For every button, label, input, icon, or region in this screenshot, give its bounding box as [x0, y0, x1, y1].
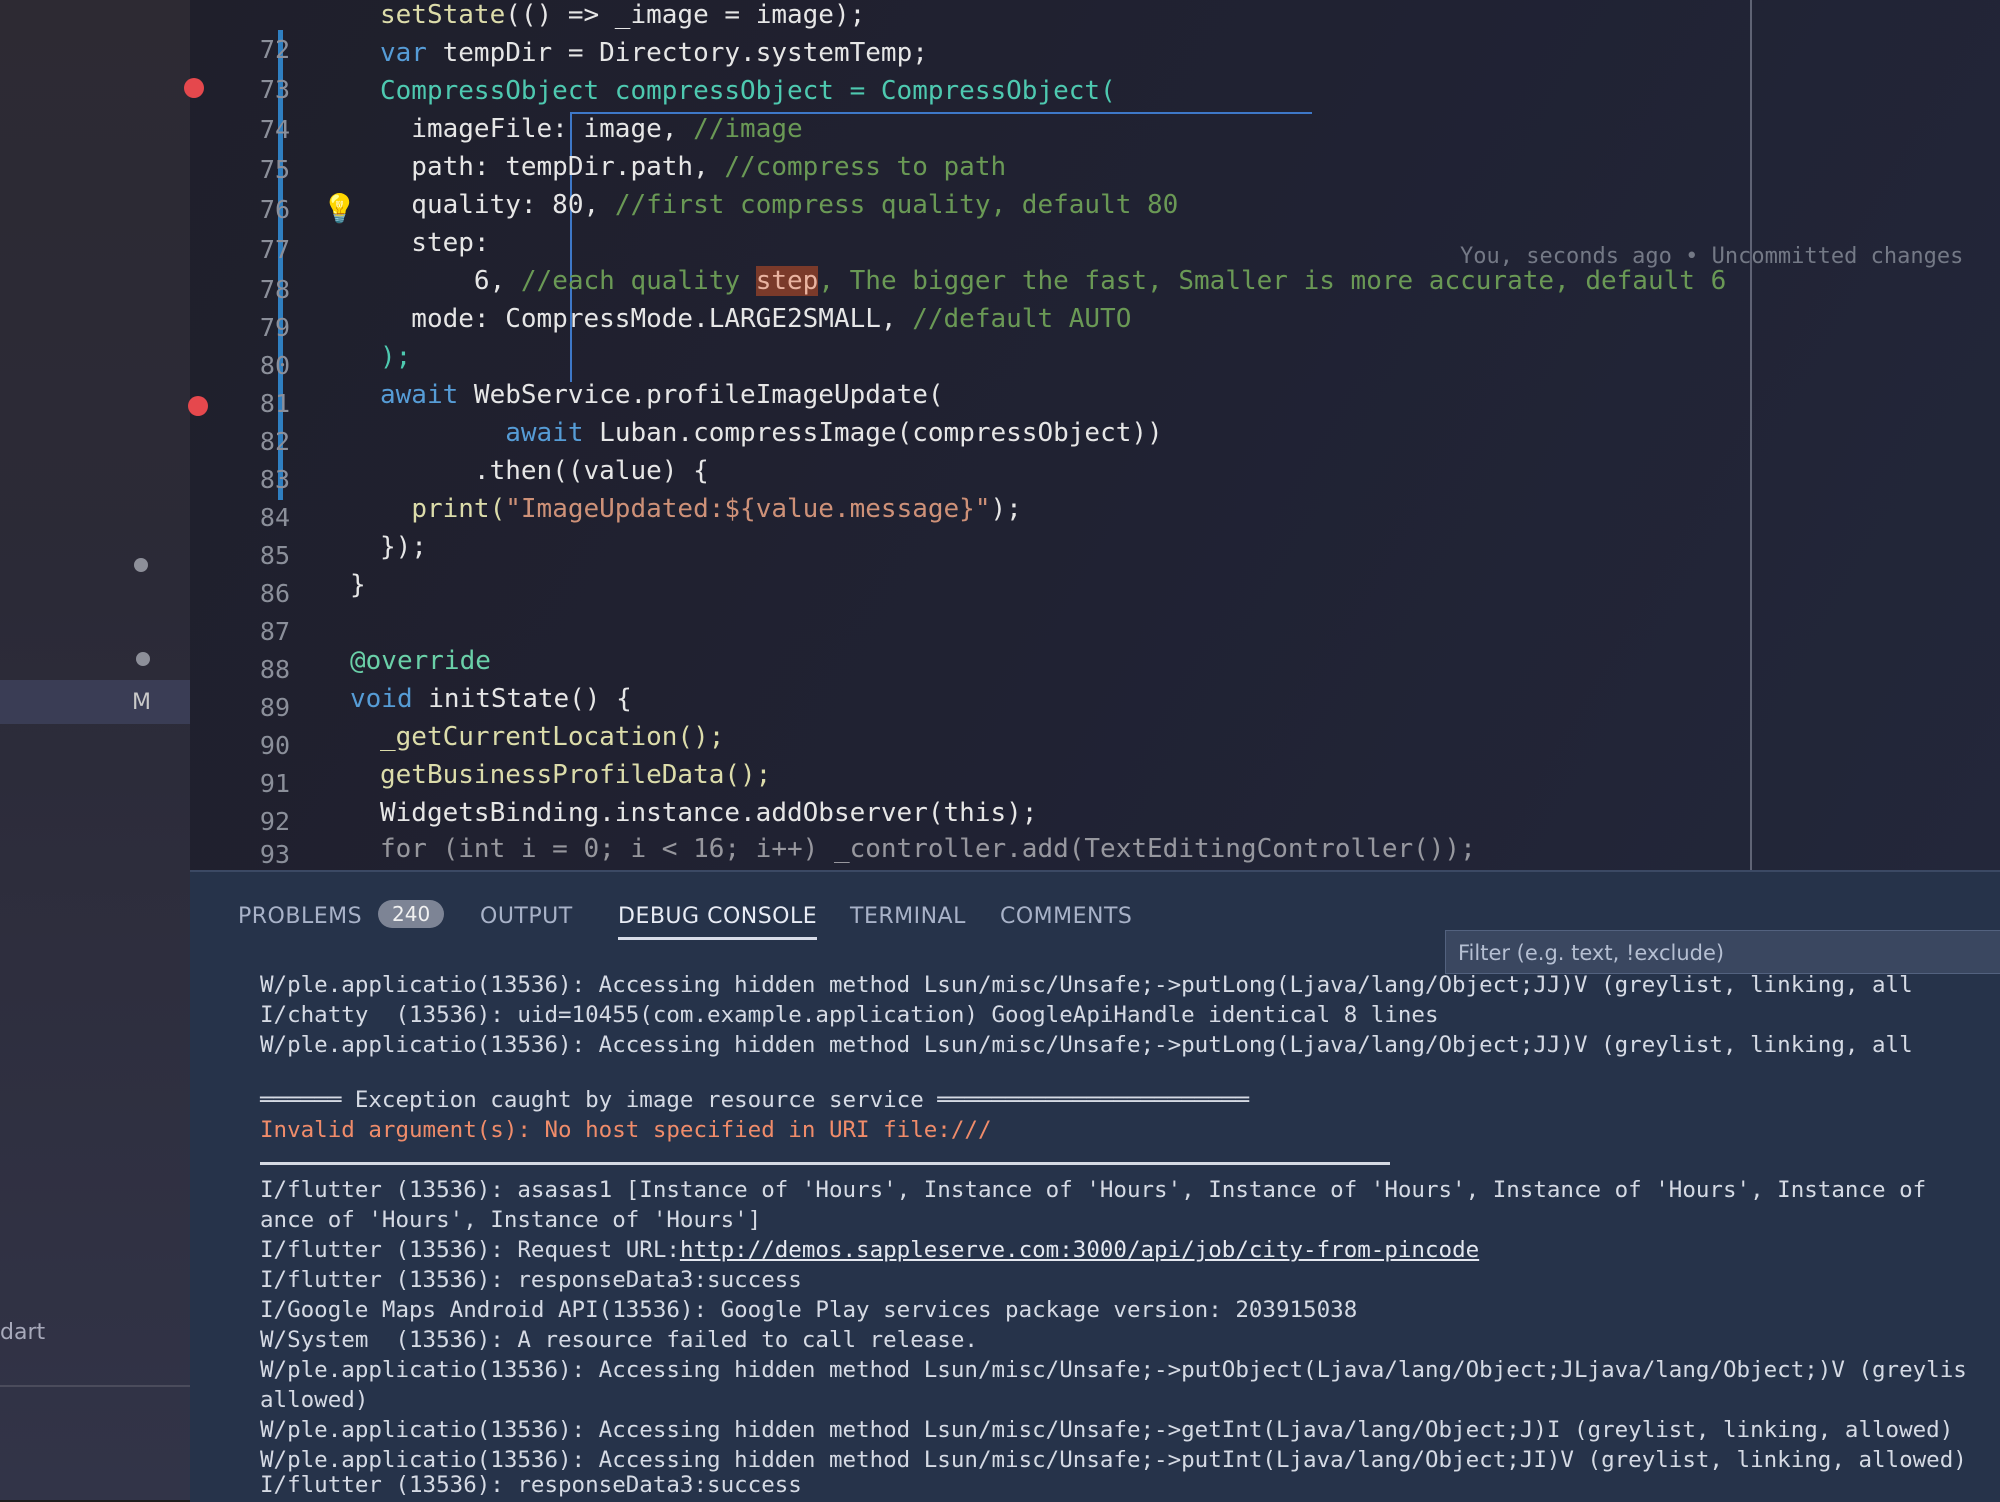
- problems-count-badge: 240: [378, 900, 445, 928]
- code-line: step:: [380, 228, 490, 258]
- code-line: });: [380, 532, 427, 562]
- line-number: 72: [259, 35, 290, 64]
- line-number: 81: [259, 389, 290, 418]
- line-number: 79: [259, 313, 290, 342]
- line-number: 75: [259, 155, 290, 184]
- tab-problems[interactable]: PROBLEMS: [238, 904, 362, 929]
- line-number: 86: [259, 579, 290, 608]
- git-blame-annotation: You, seconds ago • Uncommitted changes: [1460, 244, 1964, 269]
- console-line: ance of 'Hours', Instance of 'Hours']: [260, 1207, 762, 1233]
- search-match-highlight: step: [755, 266, 819, 296]
- line-number: 87: [259, 617, 290, 646]
- line-number: 83: [259, 465, 290, 494]
- console-line: I/chatty (13536): uid=10455(com.example.…: [260, 1002, 1439, 1028]
- dirty-indicator-icon: [134, 558, 148, 572]
- line-number: 89: [259, 693, 290, 722]
- sidebar-divider: [0, 1385, 220, 1387]
- breakpoint-icon[interactable]: [184, 78, 204, 98]
- explorer-active-file[interactable]: [0, 680, 190, 724]
- line-number: 93: [259, 840, 290, 869]
- line-number: 78: [259, 275, 290, 304]
- code-line: void initState() {: [350, 684, 632, 714]
- console-line: I/flutter (13536): responseData3:success: [260, 1472, 802, 1498]
- console-line: W/ple.applicatio(13536): Accessing hidde…: [260, 1417, 1954, 1443]
- line-number: 88: [259, 655, 290, 684]
- code-line: print("ImageUpdated:${value.message}");: [411, 494, 1022, 524]
- line-number: 92: [259, 807, 290, 836]
- code-line: getBusinessProfileData();: [380, 760, 772, 790]
- console-filter-input[interactable]: Filter (e.g. text, !exclude): [1445, 930, 2000, 974]
- line-number: 84: [259, 503, 290, 532]
- code-line: mode: CompressMode.LARGE2SMALL, //defaul…: [380, 304, 1132, 334]
- code-line: await Luban.compressImage(compressObject…: [505, 418, 1163, 448]
- tab-output[interactable]: OUTPUT: [480, 904, 573, 929]
- line-gutter: 72 73 74 75 76 77 78 79 80 81 82 83 84 8…: [184, 0, 310, 870]
- explorer-file-label[interactable]: dart: [0, 1320, 45, 1345]
- code-line: _getCurrentLocation();: [380, 722, 725, 752]
- console-line: allowed): [260, 1387, 369, 1413]
- console-exception-header: ══════ Exception caught by image resourc…: [260, 1087, 1249, 1113]
- editor-ruler: [1750, 0, 1752, 880]
- line-number: 82: [259, 427, 290, 456]
- console-line: I/flutter (13536): responseData3:success: [260, 1267, 802, 1293]
- code-line: imageFile: image, //image: [380, 114, 803, 144]
- line-number: 76: [259, 195, 290, 224]
- breakpoint-icon[interactable]: [188, 396, 208, 416]
- code-editor[interactable]: 72 73 74 75 76 77 78 79 80 81 82 83 84 8…: [184, 0, 2000, 880]
- bottom-panel: PROBLEMS 240 OUTPUT DEBUG CONSOLE TERMIN…: [190, 870, 2000, 1502]
- tab-comments[interactable]: COMMENTS: [1000, 904, 1132, 929]
- console-line: I/Google Maps Android API(13536): Google…: [260, 1297, 1358, 1323]
- line-number: 85: [259, 541, 290, 570]
- console-line: W/ple.applicatio(13536): Accessing hidde…: [260, 1447, 1967, 1473]
- tab-terminal[interactable]: TERMINAL: [850, 904, 966, 929]
- side-bar: M dart: [0, 0, 220, 1500]
- console-error-line: Invalid argument(s): No host specified i…: [260, 1117, 992, 1143]
- code-line: @override: [350, 646, 491, 676]
- code-line: for (int i = 0; i < 16; i++) _controller…: [380, 834, 1476, 864]
- line-number: 80: [259, 351, 290, 380]
- console-line: W/System (13536): A resource failed to c…: [260, 1327, 978, 1353]
- console-line: W/ple.applicatio(13536): Accessing hidde…: [260, 1032, 1913, 1058]
- console-url-link[interactable]: http://demos.sappleserve.com:3000/api/jo…: [680, 1237, 1479, 1263]
- console-line: I/flutter (13536): Request URL:http://de…: [260, 1237, 1480, 1263]
- tab-debug-console[interactable]: DEBUG CONSOLE: [618, 904, 818, 940]
- dirty-indicator-icon: [136, 652, 150, 666]
- code-line: path: tempDir.path, //compress to path: [380, 152, 1007, 182]
- line-number: 77: [259, 235, 290, 264]
- code-line: setState(() => _image = image);: [380, 0, 866, 30]
- code-line-cursor: quality: 80, //first compress quality, d…: [380, 190, 1179, 220]
- console-line: I/flutter (13536): asasas1 [Instance of …: [260, 1177, 1927, 1203]
- code-line: var tempDir = Directory.systemTemp;: [380, 38, 928, 68]
- line-number: 91: [259, 769, 290, 798]
- line-number: 90: [259, 731, 290, 760]
- code-line: 6, //each quality step, The bigger the f…: [380, 266, 1727, 296]
- console-separator: [260, 1162, 1390, 1165]
- console-line: W/ple.applicatio(13536): Accessing hidde…: [260, 1357, 1967, 1383]
- code-line: await WebService.profileImageUpdate(: [380, 380, 944, 410]
- console-line: W/ple.applicatio(13536): Accessing hidde…: [260, 972, 1913, 998]
- code-line: CompressObject compressObject = Compress…: [380, 76, 1116, 106]
- lightbulb-icon[interactable]: 💡: [322, 192, 357, 225]
- code-line: .then((value) {: [442, 456, 709, 486]
- code-line: WidgetsBinding.instance.addObserver(this…: [380, 798, 1038, 828]
- code-line: );: [380, 342, 412, 372]
- modified-marker: M: [132, 690, 151, 715]
- line-number: 74: [259, 115, 290, 144]
- line-number: 73: [259, 75, 290, 104]
- code-line: }: [350, 570, 366, 600]
